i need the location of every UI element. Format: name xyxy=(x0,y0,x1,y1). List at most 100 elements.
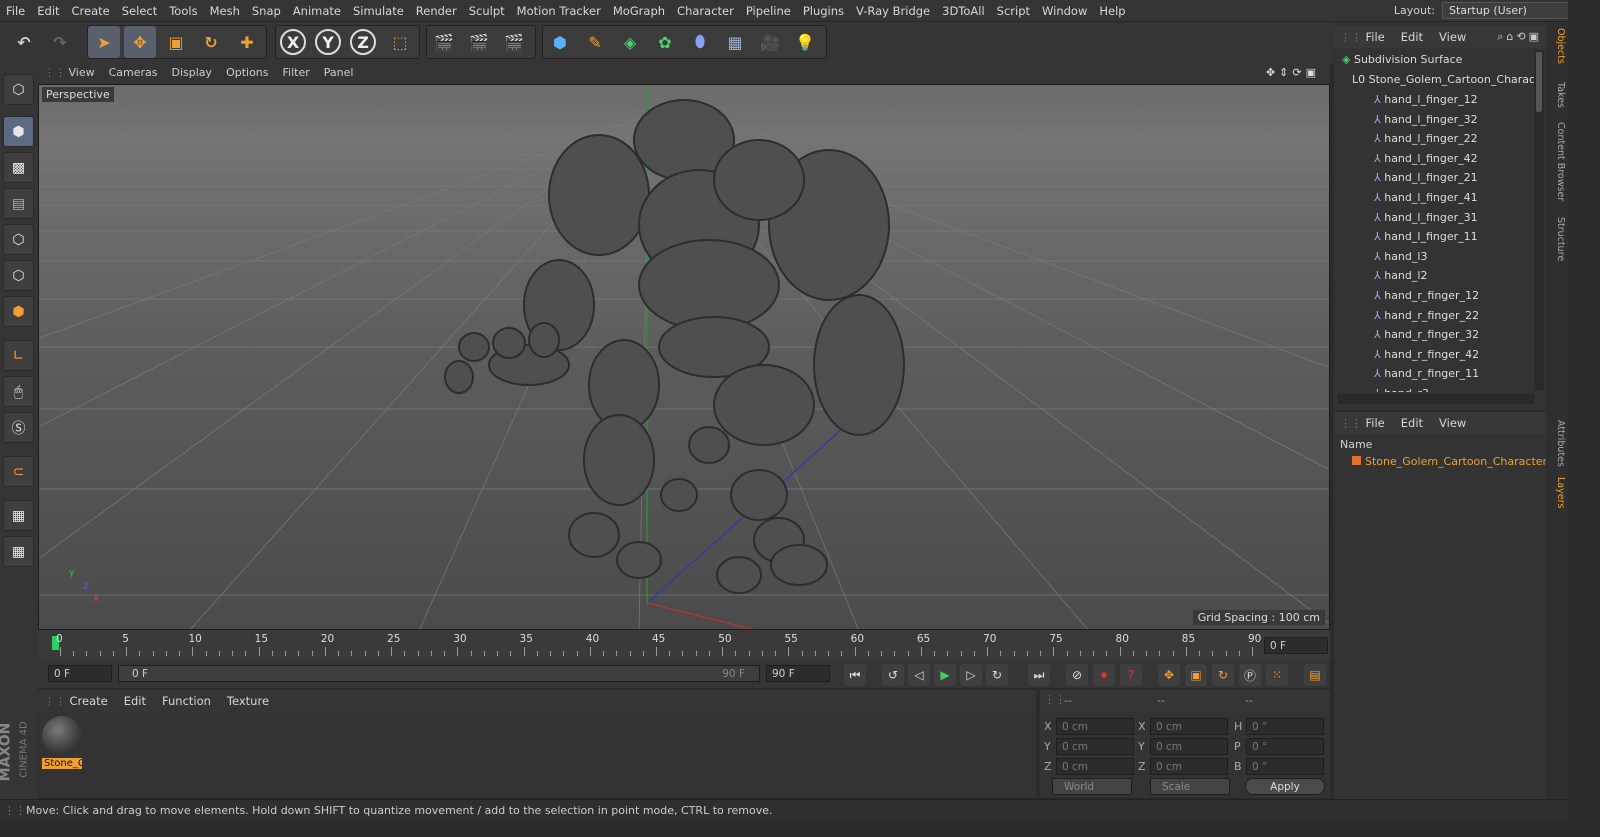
play-button[interactable]: ▶ xyxy=(934,664,956,686)
material-menu-function[interactable]: Function xyxy=(154,690,219,712)
menu-tools[interactable]: Tools xyxy=(163,0,203,22)
cube-object-button[interactable]: ⬢ xyxy=(544,26,576,58)
menu-render[interactable]: Render xyxy=(410,0,463,22)
tab-layers[interactable]: Layers xyxy=(1548,477,1566,508)
menu-sculpt[interactable]: Sculpt xyxy=(463,0,511,22)
scale-tool-button[interactable]: ▣ xyxy=(160,26,192,58)
tree-item-joint[interactable]: ⅄ hand_l_finger_12 xyxy=(1374,90,1534,110)
panel-grip-icon[interactable]: ⋮⋮ xyxy=(38,66,66,79)
menu-file[interactable]: File xyxy=(0,0,31,22)
tab-attributes[interactable]: Attributes xyxy=(1548,420,1566,467)
workplane-align-button[interactable]: ▦ xyxy=(3,536,34,567)
viewport-menu-filter[interactable]: Filter xyxy=(276,64,317,81)
undo-button[interactable]: ↶ xyxy=(8,26,40,58)
3d-viewport[interactable]: Perspective Grid Spacing : 100 cm Y Z X xyxy=(38,84,1330,630)
live-selection-button[interactable]: ➤ xyxy=(88,26,120,58)
tweak-mode-button[interactable]: 🖱 xyxy=(3,376,34,407)
start-frame-field[interactable]: 0 F xyxy=(48,665,112,682)
object-scrollbar[interactable] xyxy=(1534,50,1544,390)
coordinate-system-button[interactable]: ⬚ xyxy=(384,26,416,58)
prev-frame-button[interactable]: ◁ xyxy=(908,664,930,686)
viewport-menu-view[interactable]: View xyxy=(62,64,102,81)
coord-value-field[interactable]: 0 ° xyxy=(1246,758,1324,775)
key-pla-button[interactable]: ⁙ xyxy=(1266,664,1288,686)
goto-start-button[interactable]: ⏮ xyxy=(844,664,866,686)
render-picture-viewer-button[interactable]: 🎬 xyxy=(463,26,495,58)
tab-objects[interactable]: Objects xyxy=(1548,28,1566,64)
next-frame-button[interactable]: ▷ xyxy=(960,664,982,686)
key-position-button[interactable]: ✥ xyxy=(1158,664,1180,686)
coord-value-field[interactable]: 0 cm xyxy=(1150,738,1228,755)
apply-button[interactable]: Apply xyxy=(1245,778,1325,795)
object-hscrollbar[interactable] xyxy=(1338,394,1534,404)
material-menu-create[interactable]: Create xyxy=(62,690,116,712)
end-frame-field[interactable]: 90 F xyxy=(766,665,830,682)
tree-item-joint[interactable]: ⅄ hand_r_finger_42 xyxy=(1374,345,1534,365)
menu-help[interactable]: Help xyxy=(1093,0,1131,22)
current-frame-field[interactable]: 0 F xyxy=(1264,637,1328,654)
tree-item-joint[interactable]: ⅄ hand_r_finger_32 xyxy=(1374,325,1534,345)
coord-value-field[interactable]: 0 ° xyxy=(1246,718,1324,735)
tree-item-joint[interactable]: ⅄ hand_l_finger_42 xyxy=(1374,149,1534,169)
layer-row[interactable]: Stone_Golem_Cartoon_Character_ xyxy=(1348,452,1546,472)
viewport-menu-options[interactable]: Options xyxy=(219,64,275,81)
move-tool-button[interactable]: ✥ xyxy=(124,26,156,58)
menu-create[interactable]: Create xyxy=(66,0,116,22)
tab-takes[interactable]: Takes xyxy=(1548,82,1566,108)
axis-mode-button[interactable]: ∟ xyxy=(3,340,34,371)
redo-button[interactable]: ↷ xyxy=(44,26,76,58)
tree-item-joint[interactable]: ⅄ hand_l2 xyxy=(1374,266,1534,286)
next-key-button[interactable]: ↻ xyxy=(986,664,1008,686)
tree-item-joint[interactable]: ⅄ hand_r_finger_12 xyxy=(1374,286,1534,306)
spline-pen-button[interactable]: ✎ xyxy=(579,26,611,58)
camera-label[interactable]: Perspective xyxy=(42,87,114,102)
key-scale-button[interactable]: ▣ xyxy=(1185,664,1207,686)
coord-value-field[interactable]: 0 ° xyxy=(1246,738,1324,755)
prev-key-button[interactable]: ↺ xyxy=(882,664,904,686)
coord-value-field[interactable]: 0 cm xyxy=(1056,718,1134,735)
make-editable-button[interactable]: ⬡ xyxy=(3,74,34,105)
coord-space-dropdown[interactable]: World xyxy=(1052,778,1132,795)
autokey-button[interactable]: ? xyxy=(1120,664,1142,686)
viewport-menu-panel[interactable]: Panel xyxy=(317,64,361,81)
menu-pipeline[interactable]: Pipeline xyxy=(740,0,797,22)
workplane-mode-button[interactable]: ▤ xyxy=(3,188,34,219)
timeline-ruler[interactable]: 0 5 10 15 20 25 30 35 40 45 50 55 60 65 70 75 80 85 90 0 F xyxy=(38,630,1330,660)
render-settings-button[interactable]: 🎬 xyxy=(498,26,530,58)
panel-grip-icon[interactable]: ⋮⋮ xyxy=(38,695,66,708)
record-keys-off-button[interactable]: ⊘ xyxy=(1066,664,1088,686)
tree-item-joint[interactable]: ⅄ hand_l_finger_31 xyxy=(1374,208,1534,228)
layer-menu-view[interactable]: View xyxy=(1431,412,1474,434)
light-button[interactable]: 💡 xyxy=(789,26,821,58)
coord-value-field[interactable]: 0 cm xyxy=(1056,738,1134,755)
menu-select[interactable]: Select xyxy=(116,0,163,22)
menu-3dtoall[interactable]: 3DToAll xyxy=(936,0,991,22)
scrollbar-thumb[interactable] xyxy=(1536,52,1542,112)
material-swatch[interactable]: Stone_G xyxy=(42,716,82,772)
x-axis-lock-button[interactable]: X xyxy=(277,26,309,58)
coord-size-mode-dropdown[interactable]: Scale xyxy=(1150,778,1230,795)
tree-item-joint[interactable]: ⅄ hand_l_finger_22 xyxy=(1374,129,1534,149)
tab-structure[interactable]: Structure xyxy=(1548,217,1566,261)
menu-simulate[interactable]: Simulate xyxy=(347,0,410,22)
material-menu-texture[interactable]: Texture xyxy=(219,690,277,712)
tree-item-joint[interactable]: ⅄ hand_l3 xyxy=(1374,247,1534,267)
menu-window[interactable]: Window xyxy=(1036,0,1093,22)
points-mode-button[interactable]: ⬡ xyxy=(3,224,34,255)
goto-end-button[interactable]: ⏭ xyxy=(1028,664,1050,686)
polygons-mode-button[interactable]: ⬢ xyxy=(3,296,34,327)
menu-edit[interactable]: Edit xyxy=(31,0,65,22)
tree-item-joint[interactable]: ⅄ hand_r_finger_22 xyxy=(1374,306,1534,326)
timeline-window-button[interactable]: ▤ xyxy=(1304,664,1326,686)
model-mode-button[interactable]: ⬢ xyxy=(3,116,34,147)
deformer-button[interactable]: ⬮ xyxy=(684,26,716,58)
tree-item-joint[interactable]: ⅄ hand_l_finger_21 xyxy=(1374,168,1534,188)
record-button[interactable]: ⏺ xyxy=(1093,664,1115,686)
key-rotation-button[interactable]: ↻ xyxy=(1212,664,1234,686)
workplane-lock-button[interactable]: ▦ xyxy=(3,500,34,531)
key-param-button[interactable]: Ⓟ xyxy=(1239,664,1261,686)
menu-animate[interactable]: Animate xyxy=(287,0,347,22)
enable-snap-button[interactable]: ⊂ xyxy=(3,456,34,487)
menu-plugins[interactable]: Plugins xyxy=(797,0,850,22)
menu-snap[interactable]: Snap xyxy=(246,0,287,22)
